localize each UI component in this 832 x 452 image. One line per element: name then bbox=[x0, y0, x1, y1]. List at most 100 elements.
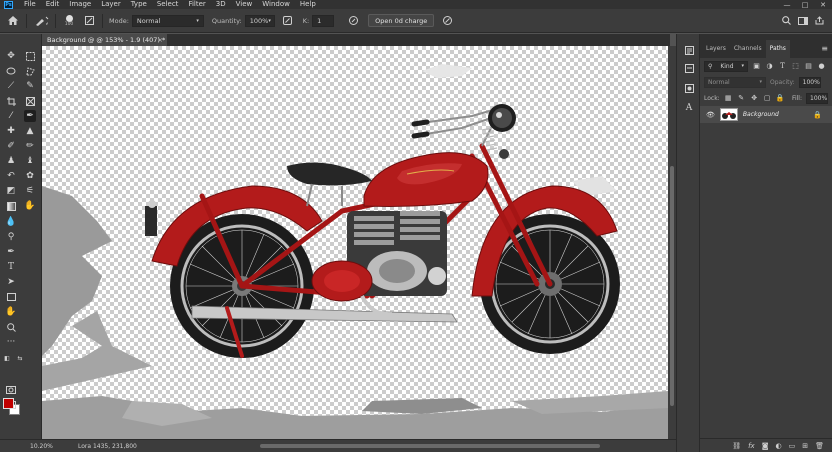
patch-icon[interactable]: ▲ bbox=[24, 125, 36, 137]
layer-row-background[interactable]: 👁 Background 🔒 bbox=[700, 106, 832, 123]
menu-layer[interactable]: Layer bbox=[96, 0, 126, 9]
maximize-button[interactable]: □ bbox=[796, 1, 814, 9]
quick-mask-icon[interactable] bbox=[5, 384, 17, 396]
horizontal-scrollbar-thumb[interactable] bbox=[260, 444, 600, 448]
home-icon[interactable] bbox=[6, 14, 20, 28]
minimize-button[interactable]: — bbox=[778, 1, 796, 9]
path-selection-icon[interactable]: ✒ bbox=[5, 246, 17, 258]
menu-window[interactable]: Window bbox=[257, 0, 295, 9]
lock-artboard-icon[interactable]: ▢ bbox=[763, 94, 772, 103]
adjustment-layer-icon[interactable]: ◐ bbox=[776, 442, 782, 450]
foreground-color-swatch[interactable] bbox=[3, 398, 14, 409]
hand-tool-icon[interactable]: ✋ bbox=[5, 306, 17, 318]
pattern-stamp-icon[interactable]: ♝ bbox=[24, 155, 36, 167]
brush-tool-preset-icon[interactable] bbox=[33, 14, 51, 28]
menu-filter[interactable]: Filter bbox=[183, 0, 210, 9]
quantity-input[interactable]: 100% ▾ bbox=[244, 14, 275, 27]
filter-smart-object-icon[interactable]: ▤ bbox=[804, 62, 813, 71]
adjustments-panel-icon[interactable] bbox=[683, 82, 695, 94]
filter-pixel-icon[interactable]: ▣ bbox=[752, 62, 761, 71]
menu-file[interactable]: File bbox=[19, 0, 41, 9]
workspace-icon[interactable] bbox=[798, 14, 808, 28]
airbrush-icon[interactable] bbox=[281, 14, 295, 28]
filter-toggle-icon[interactable]: ● bbox=[817, 62, 826, 71]
swap-colors-icon[interactable]: ⇆ bbox=[14, 352, 26, 364]
pressure-opacity-icon[interactable] bbox=[346, 14, 360, 28]
properties-panel-icon[interactable] bbox=[683, 62, 695, 74]
default-colors-icon[interactable]: ◧ bbox=[1, 352, 13, 364]
eyedropper-icon[interactable]: ⁄ bbox=[5, 110, 17, 122]
lock-all-icon[interactable]: 🔒 bbox=[776, 94, 785, 103]
layer-name[interactable]: Background bbox=[743, 111, 779, 118]
move-icon[interactable]: ✥ bbox=[5, 50, 17, 62]
close-tab-icon[interactable]: × bbox=[158, 34, 163, 46]
eraser-icon[interactable]: ◩ bbox=[5, 185, 17, 197]
tab-channels[interactable]: Channels bbox=[730, 40, 766, 58]
new-layer-icon[interactable]: ⊞ bbox=[802, 442, 808, 450]
lasso-icon[interactable] bbox=[5, 65, 17, 77]
lock-position-icon[interactable]: ✥ bbox=[750, 94, 759, 103]
pressure-size-icon[interactable] bbox=[440, 14, 454, 28]
pen-icon[interactable]: ✒ bbox=[24, 110, 36, 122]
filter-adjustment-icon[interactable]: ◑ bbox=[765, 62, 774, 71]
type-icon[interactable]: T bbox=[5, 261, 17, 273]
fx-icon[interactable]: fx bbox=[748, 442, 755, 450]
new-group-icon[interactable]: ▭ bbox=[789, 442, 796, 450]
menu-image[interactable]: Image bbox=[64, 0, 96, 9]
eye-icon[interactable]: 👁 bbox=[706, 111, 715, 119]
menu-view[interactable]: View bbox=[231, 0, 258, 9]
k-input[interactable]: 1 bbox=[312, 14, 335, 27]
filter-type-icon[interactable]: T bbox=[778, 62, 787, 71]
blur-icon[interactable]: 💧 bbox=[5, 216, 17, 228]
zoom-level[interactable]: 10.20% bbox=[0, 443, 53, 450]
healing-brush-icon[interactable]: ✚ bbox=[5, 125, 17, 137]
menu-type[interactable]: Type bbox=[126, 0, 152, 9]
vertical-scrollbar-thumb[interactable] bbox=[670, 166, 674, 406]
art-history-icon[interactable]: ✿ bbox=[24, 170, 36, 182]
vertical-scrollbar[interactable] bbox=[668, 46, 676, 439]
polygon-lasso-icon[interactable] bbox=[24, 65, 36, 77]
kind-filter-select[interactable]: ⚲ Kind ▾ bbox=[704, 60, 748, 72]
menu-edit[interactable]: Edit bbox=[41, 0, 65, 9]
filter-shape-icon[interactable]: ⬚ bbox=[791, 62, 800, 71]
lock-image-icon[interactable]: ✎ bbox=[737, 94, 746, 103]
history-brush-icon[interactable]: ↶ bbox=[5, 170, 17, 182]
direct-selection-icon[interactable]: ➤ bbox=[5, 276, 17, 288]
trash-icon[interactable]: 🗑 bbox=[815, 442, 824, 450]
add-mask-icon[interactable]: ◙ bbox=[762, 442, 769, 450]
menu-3d[interactable]: 3D bbox=[211, 0, 231, 9]
tab-paths[interactable]: Paths bbox=[765, 40, 790, 58]
link-layers-icon[interactable]: ⛓ bbox=[732, 442, 741, 450]
fill-input[interactable]: 100% bbox=[806, 92, 828, 104]
blend-mode-select[interactable]: Normal ▾ bbox=[704, 76, 766, 88]
brush-settings-icon[interactable] bbox=[82, 14, 96, 28]
mode-select[interactable]: Normal ▾ bbox=[131, 14, 204, 27]
tab-layers[interactable]: Layers bbox=[702, 40, 730, 58]
crop-icon[interactable] bbox=[5, 95, 17, 107]
panel-menu-icon[interactable]: ≡ bbox=[821, 40, 828, 58]
dodge-icon[interactable]: ⚲ bbox=[5, 231, 17, 243]
document-canvas[interactable] bbox=[42, 46, 668, 439]
background-eraser-icon[interactable]: ⚟ bbox=[24, 185, 36, 197]
edit-toolbar-icon[interactable]: ··· bbox=[5, 336, 17, 348]
document-tab[interactable]: Background @ @ 153% - 1.9 (407) * × bbox=[42, 34, 167, 46]
shape-icon[interactable] bbox=[5, 291, 17, 303]
marquee-icon[interactable] bbox=[24, 50, 36, 62]
close-window-button[interactable]: ✕ bbox=[814, 1, 832, 9]
menu-select[interactable]: Select bbox=[152, 0, 184, 9]
clone-stamp-icon[interactable]: ♟ bbox=[5, 155, 17, 167]
canvas-area[interactable] bbox=[42, 46, 668, 439]
zoom-icon[interactable] bbox=[5, 321, 17, 333]
history-panel-icon[interactable] bbox=[683, 44, 695, 56]
character-panel-icon[interactable]: A bbox=[683, 102, 695, 114]
frame-icon[interactable] bbox=[24, 95, 36, 107]
magic-wand-icon[interactable]: ⟋ bbox=[5, 80, 17, 92]
menu-help[interactable]: Help bbox=[295, 0, 321, 9]
brush-size-picker[interactable]: 100 bbox=[60, 14, 78, 27]
lock-transparent-icon[interactable]: ▦ bbox=[724, 94, 733, 103]
pencil-icon[interactable]: ✏ bbox=[24, 140, 36, 152]
open-charge-button[interactable]: Open 0d charge bbox=[368, 14, 435, 27]
share-icon[interactable] bbox=[815, 14, 824, 28]
hand-icon[interactable]: ✋ bbox=[24, 200, 36, 212]
search-icon[interactable] bbox=[782, 14, 791, 28]
